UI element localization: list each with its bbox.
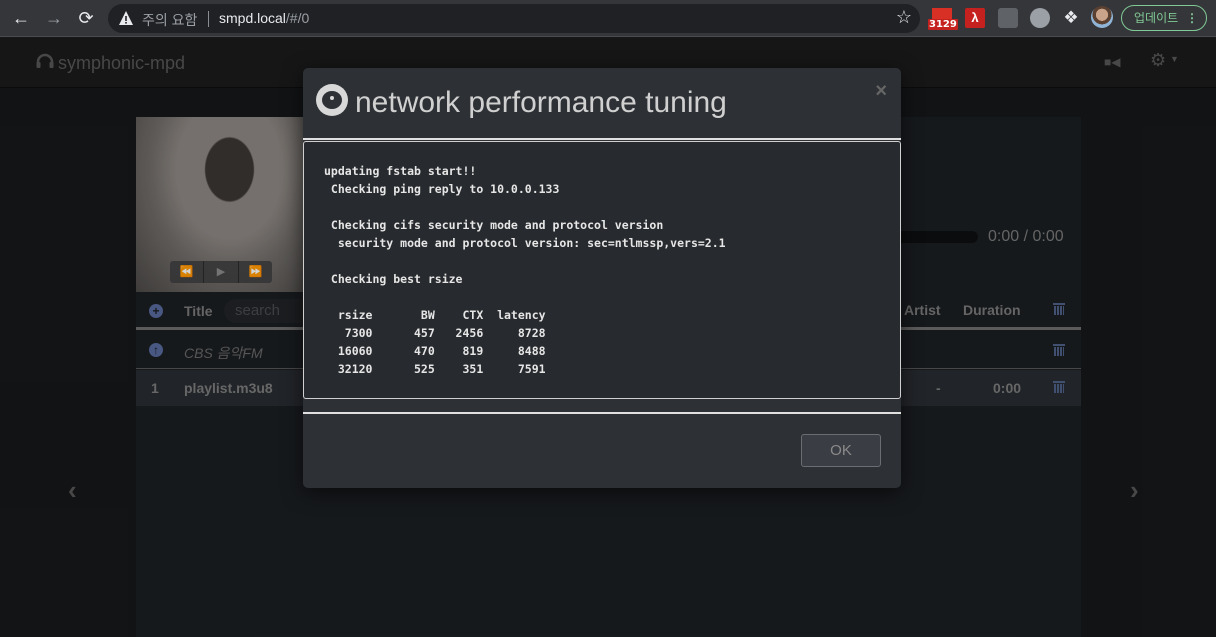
log-line: Checking cifs security mode and protocol… — [324, 218, 664, 232]
ok-button[interactable]: OK — [801, 434, 881, 467]
url-path: /#/0 — [285, 10, 310, 26]
log-output: updating fstab start!! Checking ping rep… — [324, 162, 726, 378]
url-host: smpd.local — [219, 10, 286, 26]
modal-body: updating fstab start!! Checking ping rep… — [303, 141, 901, 399]
log-line: security mode and protocol version: sec=… — [324, 236, 726, 250]
menu-dots-icon[interactable]: ⋮ — [1186, 6, 1198, 30]
log-line: 7300 457 2456 8728 — [324, 326, 546, 340]
pdf-extension-icon[interactable]: λ — [965, 8, 985, 28]
modal-header: network performance tuning × — [303, 68, 901, 140]
security-warning: 주의 요함 — [142, 12, 198, 28]
modal-footer: OK — [303, 412, 901, 488]
address-bar[interactable]: 주의 요함 smpd.local/#/0 ☆ — [108, 4, 920, 33]
network-tuning-modal: network performance tuning × updating fs… — [303, 68, 901, 488]
log-line: 16060 470 819 8488 — [324, 344, 546, 358]
close-button[interactable]: × — [875, 80, 887, 103]
screen-capture-extension-icon[interactable] — [998, 8, 1018, 28]
divider — [208, 11, 209, 27]
update-button[interactable]: 업데이트 ⋮ — [1121, 5, 1207, 31]
gmail-extension-icon[interactable]: 3129 — [928, 8, 958, 30]
log-line: 32120 525 351 7591 — [324, 362, 546, 376]
dashboard-gauge-icon — [316, 84, 348, 116]
profile-avatar[interactable] — [1091, 6, 1113, 28]
update-label: 업데이트 — [1134, 11, 1179, 25]
warning-icon — [119, 11, 133, 25]
browser-toolbar: ← → ⟳ 주의 요함 smpd.local/#/0 ☆ 3129 λ ❖ 업데… — [0, 0, 1216, 37]
url[interactable]: smpd.local/#/0 — [219, 10, 309, 26]
modal-title: network performance tuning — [355, 86, 727, 119]
globe-extension-icon[interactable] — [1030, 8, 1050, 28]
log-line: updating fstab start!! — [324, 164, 477, 178]
gmail-unread-badge: 3129 — [928, 19, 958, 30]
log-line: Checking ping reply to 10.0.0.133 — [324, 182, 560, 196]
back-button[interactable]: ← — [8, 6, 34, 30]
log-line: rsize BW CTX latency — [324, 308, 546, 322]
forward-button[interactable]: → — [41, 6, 67, 30]
reload-button[interactable]: ⟳ — [73, 6, 99, 30]
log-line: Checking best rsize — [324, 272, 463, 286]
extensions-puzzle-icon[interactable]: ❖ — [1061, 8, 1081, 28]
bookmark-star-icon[interactable]: ☆ — [896, 7, 912, 28]
